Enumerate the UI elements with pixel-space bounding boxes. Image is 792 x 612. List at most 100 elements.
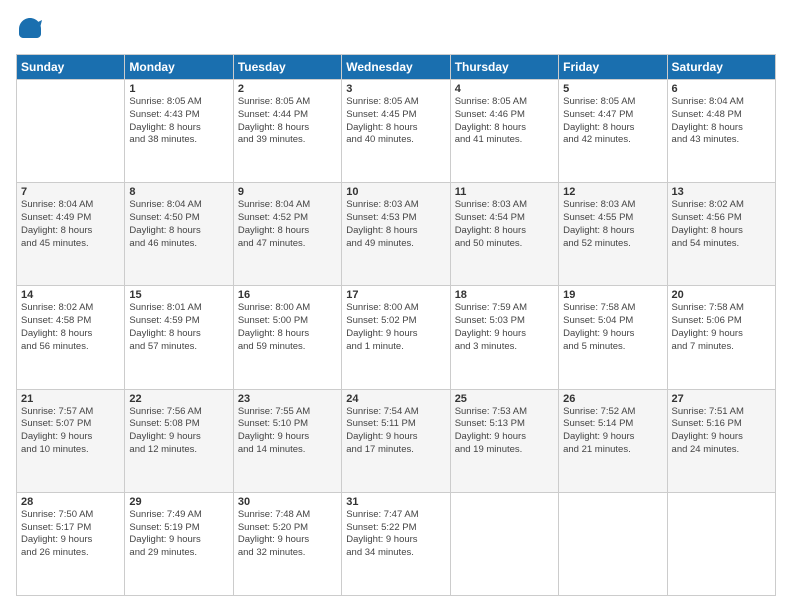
day-number: 27 <box>672 393 771 405</box>
weekday-header-monday: Monday <box>125 55 233 80</box>
weekday-header-thursday: Thursday <box>450 55 558 80</box>
day-number: 19 <box>563 289 662 301</box>
day-info: Sunrise: 8:05 AM Sunset: 4:44 PM Dayligh… <box>238 96 337 147</box>
calendar-week-row: 1Sunrise: 8:05 AM Sunset: 4:43 PM Daylig… <box>17 80 776 183</box>
calendar-cell: 25Sunrise: 7:53 AM Sunset: 5:13 PM Dayli… <box>450 389 558 492</box>
day-info: Sunrise: 8:00 AM Sunset: 5:00 PM Dayligh… <box>238 302 337 353</box>
day-info: Sunrise: 7:58 AM Sunset: 5:04 PM Dayligh… <box>563 302 662 353</box>
calendar-cell: 11Sunrise: 8:03 AM Sunset: 4:54 PM Dayli… <box>450 183 558 286</box>
calendar-cell: 18Sunrise: 7:59 AM Sunset: 5:03 PM Dayli… <box>450 286 558 389</box>
calendar-cell: 3Sunrise: 8:05 AM Sunset: 4:45 PM Daylig… <box>342 80 450 183</box>
day-number: 3 <box>346 83 445 95</box>
day-number: 12 <box>563 186 662 198</box>
day-info: Sunrise: 7:53 AM Sunset: 5:13 PM Dayligh… <box>455 406 554 457</box>
day-info: Sunrise: 8:03 AM Sunset: 4:53 PM Dayligh… <box>346 199 445 250</box>
day-info: Sunrise: 8:04 AM Sunset: 4:50 PM Dayligh… <box>129 199 228 250</box>
calendar-cell <box>667 492 775 595</box>
day-info: Sunrise: 8:04 AM Sunset: 4:52 PM Dayligh… <box>238 199 337 250</box>
day-info: Sunrise: 8:01 AM Sunset: 4:59 PM Dayligh… <box>129 302 228 353</box>
day-number: 30 <box>238 496 337 508</box>
day-number: 15 <box>129 289 228 301</box>
calendar-week-row: 14Sunrise: 8:02 AM Sunset: 4:58 PM Dayli… <box>17 286 776 389</box>
page: SundayMondayTuesdayWednesdayThursdayFrid… <box>0 0 792 612</box>
day-info: Sunrise: 7:55 AM Sunset: 5:10 PM Dayligh… <box>238 406 337 457</box>
weekday-header-sunday: Sunday <box>17 55 125 80</box>
calendar-cell <box>17 80 125 183</box>
calendar-cell <box>450 492 558 595</box>
calendar-cell: 16Sunrise: 8:00 AM Sunset: 5:00 PM Dayli… <box>233 286 341 389</box>
calendar-cell: 23Sunrise: 7:55 AM Sunset: 5:10 PM Dayli… <box>233 389 341 492</box>
day-info: Sunrise: 7:58 AM Sunset: 5:06 PM Dayligh… <box>672 302 771 353</box>
day-number: 1 <box>129 83 228 95</box>
calendar-cell: 2Sunrise: 8:05 AM Sunset: 4:44 PM Daylig… <box>233 80 341 183</box>
calendar-cell: 31Sunrise: 7:47 AM Sunset: 5:22 PM Dayli… <box>342 492 450 595</box>
day-number: 10 <box>346 186 445 198</box>
day-info: Sunrise: 7:49 AM Sunset: 5:19 PM Dayligh… <box>129 509 228 560</box>
calendar-cell: 26Sunrise: 7:52 AM Sunset: 5:14 PM Dayli… <box>559 389 667 492</box>
day-info: Sunrise: 7:50 AM Sunset: 5:17 PM Dayligh… <box>21 509 120 560</box>
calendar-table: SundayMondayTuesdayWednesdayThursdayFrid… <box>16 54 776 596</box>
day-info: Sunrise: 8:02 AM Sunset: 4:56 PM Dayligh… <box>672 199 771 250</box>
weekday-header-tuesday: Tuesday <box>233 55 341 80</box>
calendar-cell: 21Sunrise: 7:57 AM Sunset: 5:07 PM Dayli… <box>17 389 125 492</box>
calendar-cell: 28Sunrise: 7:50 AM Sunset: 5:17 PM Dayli… <box>17 492 125 595</box>
day-number: 14 <box>21 289 120 301</box>
day-info: Sunrise: 7:47 AM Sunset: 5:22 PM Dayligh… <box>346 509 445 560</box>
calendar-cell: 13Sunrise: 8:02 AM Sunset: 4:56 PM Dayli… <box>667 183 775 286</box>
day-number: 20 <box>672 289 771 301</box>
day-number: 25 <box>455 393 554 405</box>
day-number: 6 <box>672 83 771 95</box>
day-number: 17 <box>346 289 445 301</box>
calendar-cell: 5Sunrise: 8:05 AM Sunset: 4:47 PM Daylig… <box>559 80 667 183</box>
calendar-cell: 7Sunrise: 8:04 AM Sunset: 4:49 PM Daylig… <box>17 183 125 286</box>
day-info: Sunrise: 8:00 AM Sunset: 5:02 PM Dayligh… <box>346 302 445 353</box>
day-info: Sunrise: 7:59 AM Sunset: 5:03 PM Dayligh… <box>455 302 554 353</box>
calendar-cell <box>559 492 667 595</box>
day-number: 8 <box>129 186 228 198</box>
day-number: 26 <box>563 393 662 405</box>
day-number: 24 <box>346 393 445 405</box>
day-info: Sunrise: 8:05 AM Sunset: 4:46 PM Dayligh… <box>455 96 554 147</box>
day-info: Sunrise: 8:03 AM Sunset: 4:54 PM Dayligh… <box>455 199 554 250</box>
day-number: 13 <box>672 186 771 198</box>
day-number: 23 <box>238 393 337 405</box>
calendar-week-row: 21Sunrise: 7:57 AM Sunset: 5:07 PM Dayli… <box>17 389 776 492</box>
calendar-cell: 19Sunrise: 7:58 AM Sunset: 5:04 PM Dayli… <box>559 286 667 389</box>
calendar-week-row: 7Sunrise: 8:04 AM Sunset: 4:49 PM Daylig… <box>17 183 776 286</box>
weekday-header-friday: Friday <box>559 55 667 80</box>
calendar-cell: 6Sunrise: 8:04 AM Sunset: 4:48 PM Daylig… <box>667 80 775 183</box>
day-number: 11 <box>455 186 554 198</box>
day-info: Sunrise: 7:56 AM Sunset: 5:08 PM Dayligh… <box>129 406 228 457</box>
day-number: 2 <box>238 83 337 95</box>
header <box>16 16 776 44</box>
weekday-header-saturday: Saturday <box>667 55 775 80</box>
calendar-cell: 14Sunrise: 8:02 AM Sunset: 4:58 PM Dayli… <box>17 286 125 389</box>
calendar-cell: 4Sunrise: 8:05 AM Sunset: 4:46 PM Daylig… <box>450 80 558 183</box>
day-number: 29 <box>129 496 228 508</box>
calendar-cell: 27Sunrise: 7:51 AM Sunset: 5:16 PM Dayli… <box>667 389 775 492</box>
day-info: Sunrise: 7:57 AM Sunset: 5:07 PM Dayligh… <box>21 406 120 457</box>
day-number: 7 <box>21 186 120 198</box>
calendar-cell: 8Sunrise: 8:04 AM Sunset: 4:50 PM Daylig… <box>125 183 233 286</box>
day-info: Sunrise: 8:04 AM Sunset: 4:49 PM Dayligh… <box>21 199 120 250</box>
calendar-cell: 29Sunrise: 7:49 AM Sunset: 5:19 PM Dayli… <box>125 492 233 595</box>
day-info: Sunrise: 7:48 AM Sunset: 5:20 PM Dayligh… <box>238 509 337 560</box>
calendar-cell: 30Sunrise: 7:48 AM Sunset: 5:20 PM Dayli… <box>233 492 341 595</box>
day-info: Sunrise: 8:03 AM Sunset: 4:55 PM Dayligh… <box>563 199 662 250</box>
day-info: Sunrise: 8:05 AM Sunset: 4:43 PM Dayligh… <box>129 96 228 147</box>
day-number: 31 <box>346 496 445 508</box>
day-info: Sunrise: 7:54 AM Sunset: 5:11 PM Dayligh… <box>346 406 445 457</box>
day-number: 16 <box>238 289 337 301</box>
logo <box>16 16 46 44</box>
calendar-cell: 15Sunrise: 8:01 AM Sunset: 4:59 PM Dayli… <box>125 286 233 389</box>
calendar-cell: 20Sunrise: 7:58 AM Sunset: 5:06 PM Dayli… <box>667 286 775 389</box>
calendar-week-row: 28Sunrise: 7:50 AM Sunset: 5:17 PM Dayli… <box>17 492 776 595</box>
calendar-cell: 22Sunrise: 7:56 AM Sunset: 5:08 PM Dayli… <box>125 389 233 492</box>
day-info: Sunrise: 8:02 AM Sunset: 4:58 PM Dayligh… <box>21 302 120 353</box>
calendar-cell: 17Sunrise: 8:00 AM Sunset: 5:02 PM Dayli… <box>342 286 450 389</box>
calendar-cell: 1Sunrise: 8:05 AM Sunset: 4:43 PM Daylig… <box>125 80 233 183</box>
calendar-cell: 10Sunrise: 8:03 AM Sunset: 4:53 PM Dayli… <box>342 183 450 286</box>
day-info: Sunrise: 8:04 AM Sunset: 4:48 PM Dayligh… <box>672 96 771 147</box>
calendar-cell: 9Sunrise: 8:04 AM Sunset: 4:52 PM Daylig… <box>233 183 341 286</box>
logo-icon <box>16 16 44 44</box>
